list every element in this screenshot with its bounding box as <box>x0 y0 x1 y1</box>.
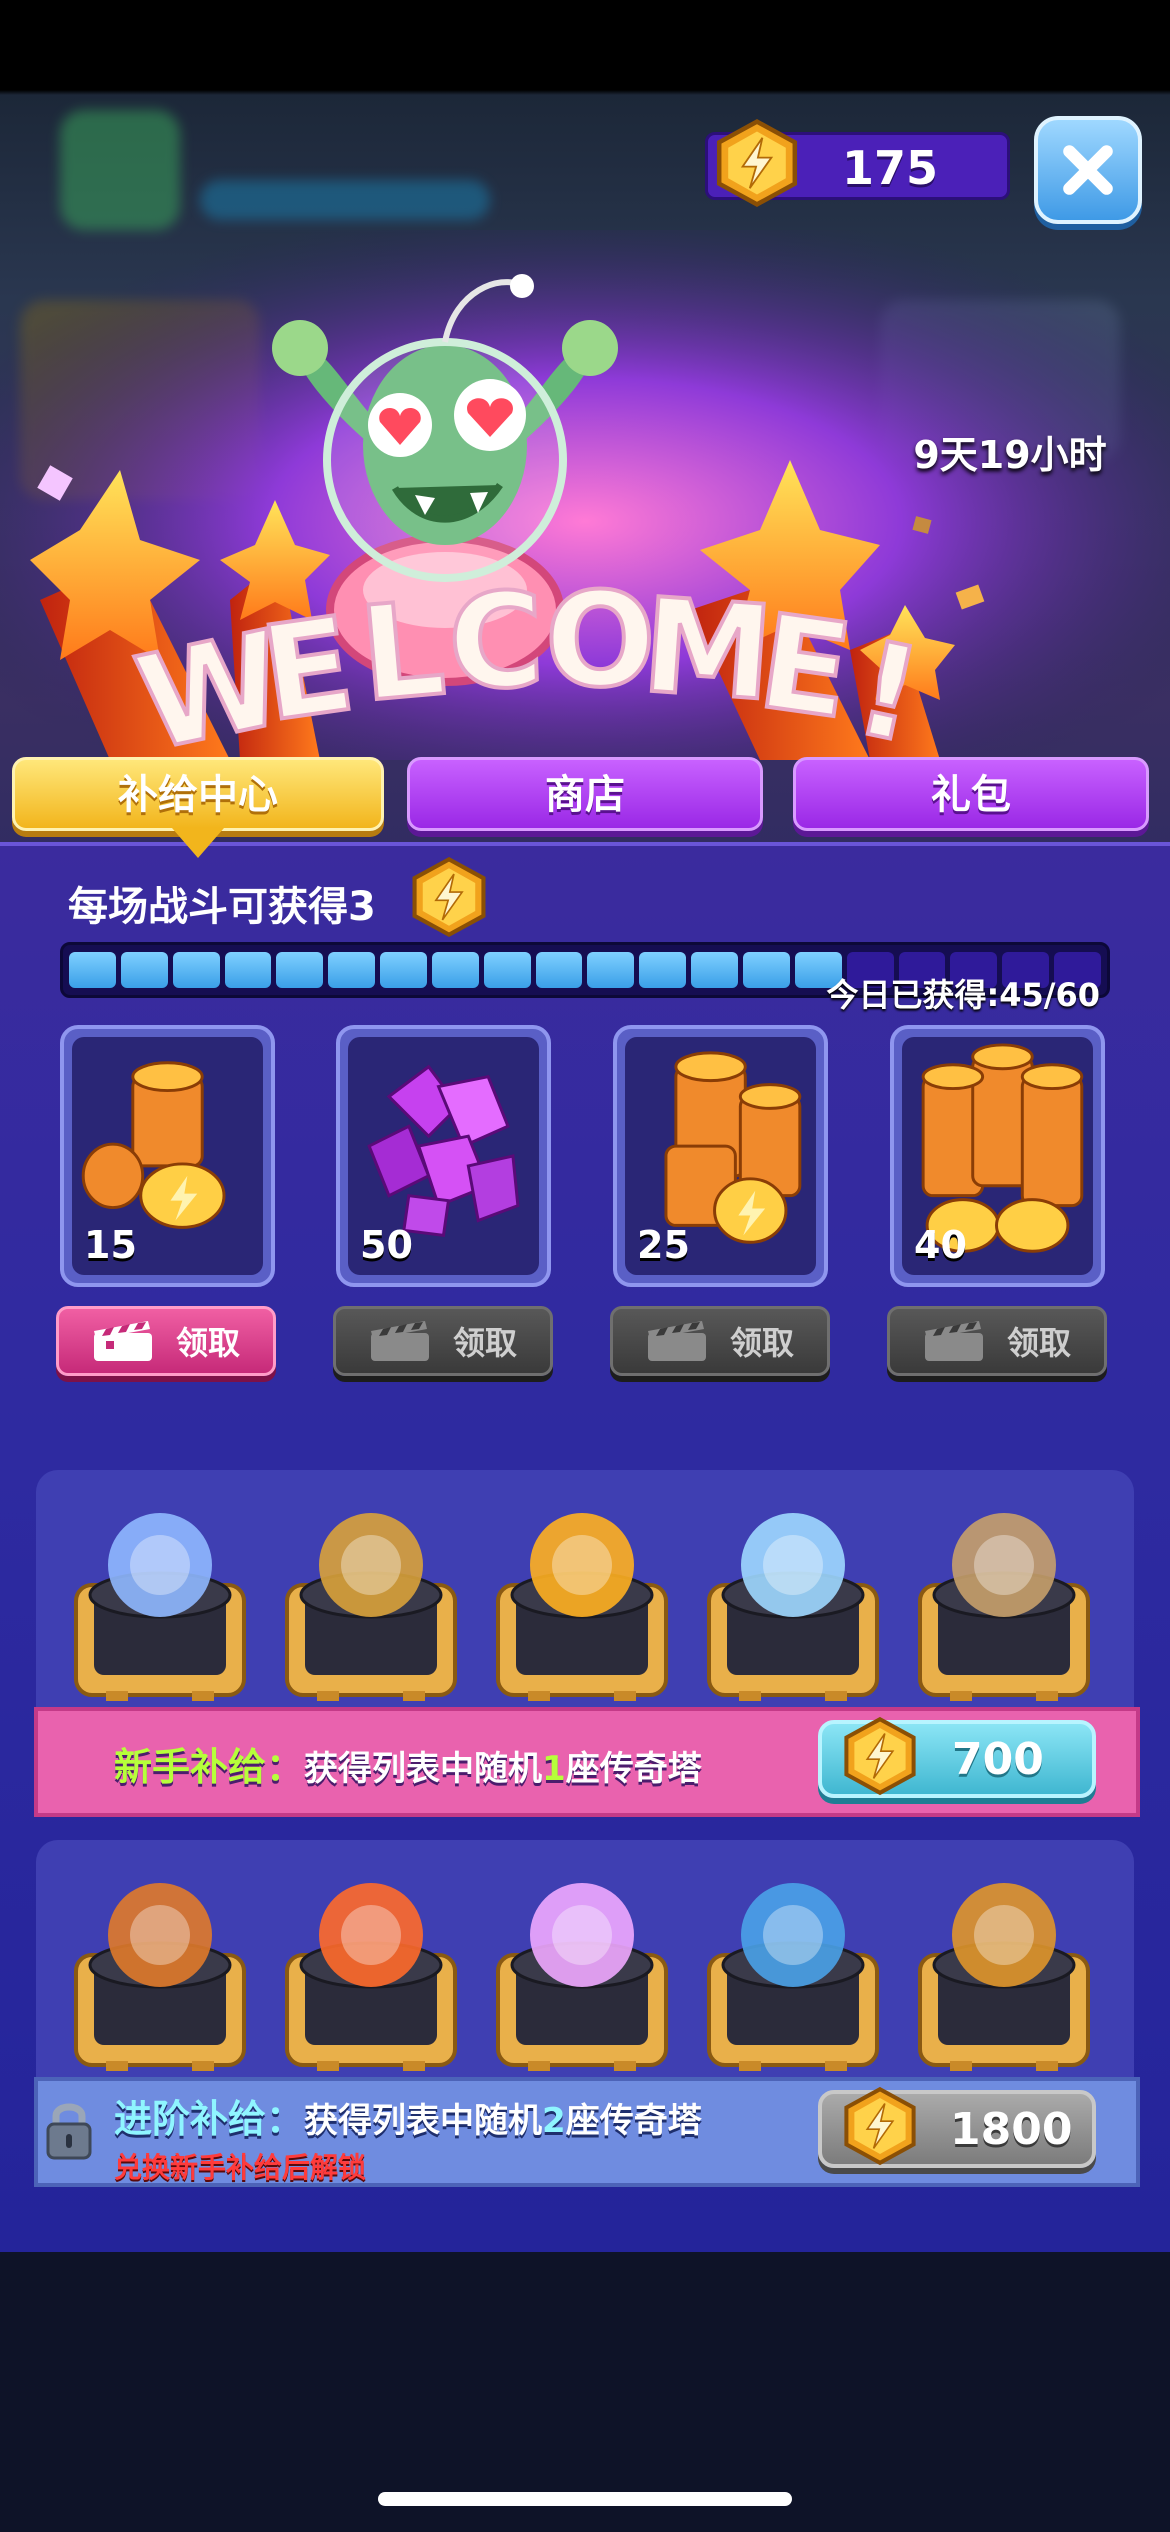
progress-segment <box>691 952 738 988</box>
welcome-banner: W E L C O M E ! <box>0 230 1170 760</box>
daily-progress-text: 今日已获得:45/60 <box>826 976 1100 1014</box>
starter-supply-buy-button[interactable]: 700 <box>818 1716 1096 1798</box>
progress-segment <box>535 952 583 988</box>
volcano-tower-icon <box>277 1865 465 2075</box>
lock-icon <box>46 2103 92 2160</box>
close-icon <box>1063 145 1113 195</box>
lightning-coin-icon <box>844 2086 916 2166</box>
claim-label: 领取 <box>452 1324 517 1362</box>
home-indicator[interactable] <box>378 2492 792 2506</box>
clapperboard-icon <box>647 1321 706 1361</box>
reward-card: 40 <box>890 1025 1105 1287</box>
reward-amount: 25 <box>637 1223 690 1267</box>
lightning-coin-icon <box>412 856 486 938</box>
advanced-supply-title: 进阶补给：获得列表中随机2座传奇塔 <box>114 2097 702 2141</box>
advanced-supply-buy-button[interactable]: 1800 <box>818 2086 1096 2168</box>
claim-button[interactable]: 领取 <box>887 1306 1107 1376</box>
progress-segment <box>224 952 272 988</box>
cube-tower-icon <box>488 1865 676 2075</box>
claim-button[interactable]: 领取 <box>56 1306 276 1376</box>
sun-tower-icon <box>488 1495 676 1705</box>
svg-text:L: L <box>354 572 450 731</box>
tab-shop[interactable]: 商店 <box>407 757 763 831</box>
lightning-coin-icon <box>716 119 798 207</box>
progress-segment <box>639 952 687 988</box>
progress-segment <box>276 952 324 988</box>
reward-amount: 50 <box>360 1223 413 1267</box>
battle-reward-label: 每场战斗可获得3 <box>68 884 376 930</box>
claim-label: 领取 <box>729 1324 794 1362</box>
fan-capsule-tower-icon <box>699 1865 887 2075</box>
claim-label: 领取 <box>1006 1324 1071 1362</box>
starter-supply-title: 新手补给：获得列表中随机1座传奇塔 <box>114 1745 702 1789</box>
progress-segment <box>587 952 635 988</box>
reward-card: 25 <box>613 1025 828 1287</box>
rocket-launcher-tower-icon <box>910 1865 1098 2075</box>
tab-gift-pack[interactable]: 礼包 <box>793 757 1149 831</box>
reward-card: 50 <box>336 1025 551 1287</box>
clapperboard-icon <box>93 1321 152 1361</box>
reward-card: 15 <box>60 1025 275 1287</box>
ice-gem-tower-icon <box>699 1495 887 1705</box>
orbit-tower-icon <box>66 1495 254 1705</box>
progress-segment <box>69 952 116 988</box>
clapperboard-icon <box>370 1321 429 1361</box>
telescope-tower-icon <box>66 1865 254 2075</box>
flower-cannon-tower-icon <box>910 1495 1098 1705</box>
event-countdown: 9天19小时 <box>913 433 1107 477</box>
progress-segment <box>380 952 427 988</box>
price-value: 1800 <box>950 2103 1073 2155</box>
svg-text:C: C <box>446 564 547 719</box>
progress-segment <box>328 952 376 988</box>
close-button[interactable] <box>1034 116 1142 224</box>
blurred-bottom-nav <box>0 2252 1170 2532</box>
clapperboard-icon <box>924 1321 983 1361</box>
claim-button[interactable]: 领取 <box>333 1306 553 1376</box>
reward-amount: 15 <box>84 1223 137 1267</box>
progress-segment <box>483 952 531 988</box>
active-tab-pointer <box>172 828 224 858</box>
welcome-illustration: W E L C O M E ! <box>0 230 1170 760</box>
progress-segment <box>120 952 168 988</box>
claim-button[interactable]: 领取 <box>610 1306 830 1376</box>
progress-segment <box>431 952 479 988</box>
tab-supply-center[interactable]: 补给中心 <box>12 757 384 831</box>
lightning-coin-icon <box>844 1716 916 1796</box>
currency-value: 175 <box>841 141 939 195</box>
reward-amount: 40 <box>914 1223 967 1267</box>
drum-tower-icon <box>277 1495 465 1705</box>
advanced-unlock-note: 兑换新手补给后解锁 <box>114 2151 367 2184</box>
progress-segment <box>172 952 220 988</box>
claim-label: 领取 <box>175 1324 240 1362</box>
price-value: 700 <box>952 1733 1044 1785</box>
